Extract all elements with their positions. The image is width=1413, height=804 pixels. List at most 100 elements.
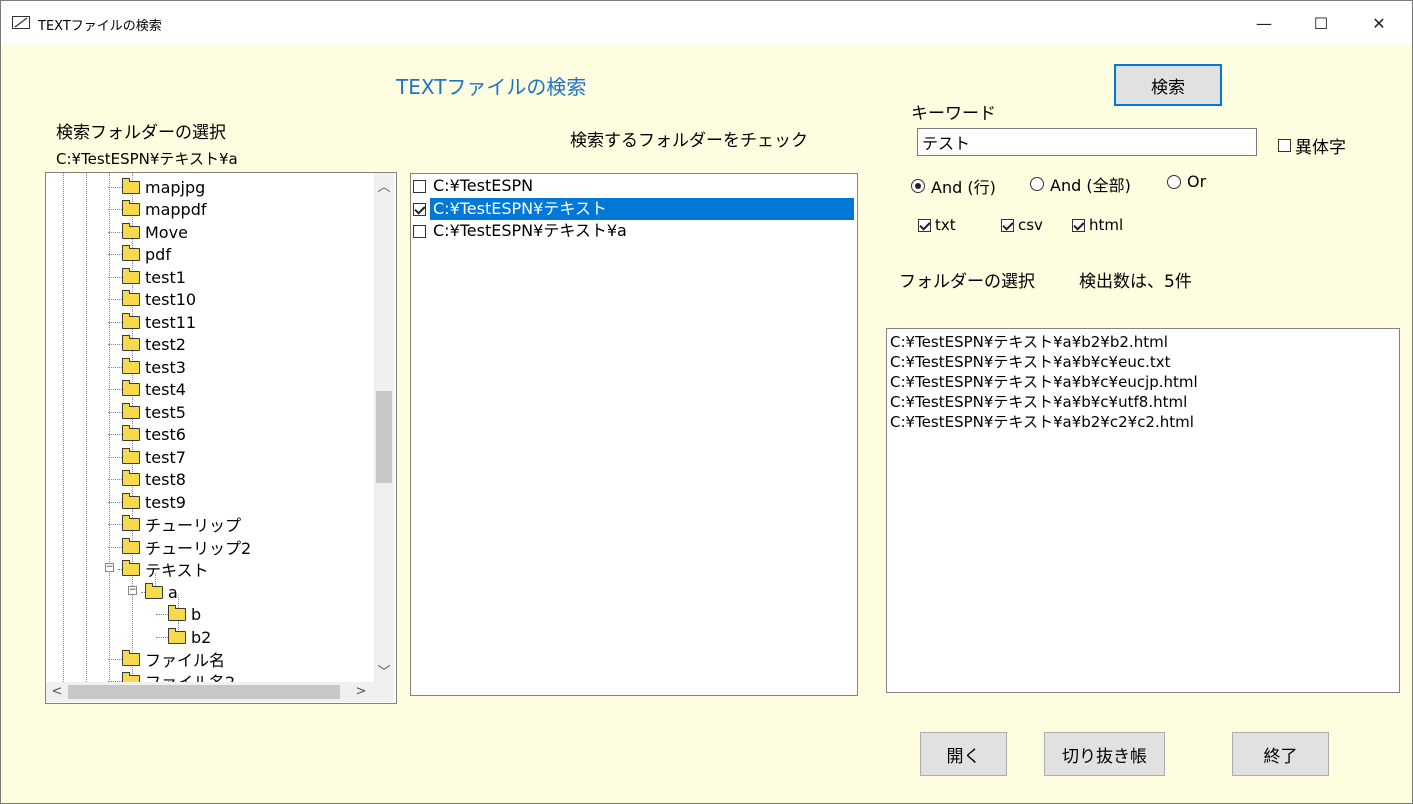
tree-line xyxy=(108,456,122,458)
tree-item-label: test8 xyxy=(145,469,186,489)
scroll-down-icon[interactable]: ﹀ xyxy=(375,661,393,680)
folder-tree-content: mapjpg mappdf Move pdf test1 test10 test… xyxy=(46,173,374,682)
tree-item-label: mappdf xyxy=(145,199,207,219)
tree-item[interactable]: test1 xyxy=(108,266,186,288)
tree-item[interactable]: チューリップ2 xyxy=(108,536,251,558)
tree-line xyxy=(108,186,122,188)
exit-button[interactable]: 終了 xyxy=(1232,732,1329,776)
tree-item-b2[interactable]: b2 xyxy=(156,626,211,648)
type-txt-option[interactable]: txt xyxy=(918,216,956,234)
tree-line xyxy=(108,321,122,323)
tree-line xyxy=(108,276,122,278)
folder-icon xyxy=(122,402,140,419)
tree-item[interactable]: test10 xyxy=(108,288,196,310)
tree-item[interactable]: test7 xyxy=(108,446,186,468)
folder-check-item-selected[interactable]: C:¥TestESPN¥テキスト xyxy=(413,198,854,220)
result-count-label: 検出数は、5件 xyxy=(1079,272,1192,292)
folder-check-label: C:¥TestESPN xyxy=(433,176,534,195)
folder-icon xyxy=(122,177,140,194)
search-button[interactable]: 検索 xyxy=(1114,64,1222,106)
mode-and-line[interactable]: And (行) xyxy=(911,174,996,198)
result-item[interactable]: C:¥TestESPN¥テキスト¥a¥b¥c¥euc.txt xyxy=(890,352,1171,372)
variant-label: 異体字 xyxy=(1295,138,1346,158)
open-folder-icon xyxy=(145,582,163,599)
maximize-button[interactable]: ☐ xyxy=(1298,1,1344,45)
folder-icon xyxy=(168,627,186,644)
radio[interactable] xyxy=(1167,174,1181,189)
radio[interactable] xyxy=(1030,177,1044,191)
clipboard-button[interactable]: 切り抜き帳 xyxy=(1044,732,1165,776)
tree-line xyxy=(108,501,122,503)
tree-item[interactable]: pdf xyxy=(108,243,171,265)
tree-vertical-scrollbar[interactable]: ︿ ﹀ xyxy=(374,173,394,682)
tree-line xyxy=(108,343,122,345)
tree-item[interactable]: mappdf xyxy=(108,198,207,220)
tree-item[interactable]: チューリップ xyxy=(108,513,241,535)
scroll-right-icon[interactable]: > xyxy=(352,684,370,699)
result-item[interactable]: C:¥TestESPN¥テキスト¥a¥b2¥c2¥c2.html xyxy=(890,412,1194,432)
mode-or[interactable]: Or xyxy=(1167,172,1206,191)
folder-check-label: C:¥TestESPN¥テキスト¥a xyxy=(433,221,627,240)
tree-item[interactable]: test4 xyxy=(108,378,186,400)
tree-item-text-folder[interactable]: テキスト xyxy=(118,558,209,580)
tree-item[interactable]: test8 xyxy=(108,468,186,490)
result-item[interactable]: C:¥TestESPN¥テキスト¥a¥b¥c¥eucjp.html xyxy=(890,372,1198,392)
checkbox[interactable] xyxy=(413,179,426,193)
tree-item[interactable]: ファイル名2 xyxy=(108,670,235,682)
checkbox-checked[interactable] xyxy=(1001,218,1014,232)
scroll-left-icon[interactable]: < xyxy=(48,684,66,699)
folder-icon xyxy=(122,424,140,441)
result-item[interactable]: C:¥TestESPN¥テキスト¥a¥b¥c¥utf8.html xyxy=(890,392,1187,412)
folder-icon xyxy=(122,222,140,239)
folder-check-item[interactable]: C:¥TestESPN xyxy=(413,175,536,197)
checkbox-checked[interactable] xyxy=(413,202,426,216)
variant-checkbox[interactable] xyxy=(1278,139,1291,152)
variant-checkbox-option[interactable]: 異体字 xyxy=(1278,133,1346,158)
result-item[interactable]: C:¥TestESPN¥テキスト¥a¥b2¥b2.html xyxy=(890,332,1168,352)
folder-icon xyxy=(168,604,186,621)
tree-item-label: チューリップ2 xyxy=(145,539,252,558)
folder-check-item[interactable]: C:¥TestESPN¥テキスト¥a xyxy=(413,220,630,242)
tree-item[interactable]: test6 xyxy=(108,423,186,445)
tree-item-label: ファイル名 xyxy=(145,651,226,670)
type-csv-option[interactable]: csv xyxy=(1001,216,1043,234)
close-button[interactable]: ✕ xyxy=(1356,1,1402,45)
checkbox[interactable] xyxy=(413,224,426,238)
keyword-input[interactable] xyxy=(917,128,1257,156)
page-title: TEXTファイルの検索 xyxy=(396,75,587,99)
open-button[interactable]: 開く xyxy=(920,732,1007,776)
tree-item[interactable]: test9 xyxy=(108,491,186,513)
tree-item[interactable]: mapjpg xyxy=(108,176,205,198)
checkbox-checked[interactable] xyxy=(1072,218,1085,232)
folder-icon xyxy=(122,469,140,486)
mode-label: And (行) xyxy=(931,178,996,197)
tree-item[interactable]: test2 xyxy=(108,333,186,355)
tree-item-a[interactable]: a xyxy=(141,581,178,603)
results-list[interactable]: C:¥TestESPN¥テキスト¥a¥b2¥b2.html C:¥TestESP… xyxy=(886,328,1400,693)
tree-item-b[interactable]: b xyxy=(156,603,201,625)
tree-item[interactable]: test3 xyxy=(108,356,186,378)
tree-horizontal-scrollbar[interactable]: < > xyxy=(46,682,374,702)
tree-line xyxy=(86,173,87,682)
scroll-thumb[interactable] xyxy=(68,685,340,699)
tree-item[interactable]: ファイル名 xyxy=(108,648,225,670)
type-label: csv xyxy=(1018,216,1043,234)
folder-tree[interactable]: mapjpg mappdf Move pdf test1 test10 test… xyxy=(45,172,397,704)
mode-and-all[interactable]: And (全部) xyxy=(1030,172,1131,196)
folder-icon xyxy=(122,244,140,261)
collapse-toggle[interactable]: − xyxy=(128,586,137,595)
collapse-toggle[interactable]: − xyxy=(105,563,114,572)
tree-item-label: チューリップ xyxy=(145,516,242,535)
type-html-option[interactable]: html xyxy=(1072,216,1123,234)
scroll-thumb[interactable] xyxy=(376,391,392,483)
tree-item[interactable]: test5 xyxy=(108,401,186,423)
scroll-up-icon[interactable]: ︿ xyxy=(375,176,393,195)
tree-line xyxy=(108,208,122,210)
folder-icon xyxy=(122,492,140,509)
minimize-button[interactable]: — xyxy=(1241,1,1287,45)
checkbox-checked[interactable] xyxy=(918,218,931,232)
tree-item[interactable]: Move xyxy=(108,221,188,243)
tree-item[interactable]: test11 xyxy=(108,311,196,333)
radio-selected[interactable] xyxy=(911,179,925,193)
folder-icon xyxy=(122,514,140,531)
